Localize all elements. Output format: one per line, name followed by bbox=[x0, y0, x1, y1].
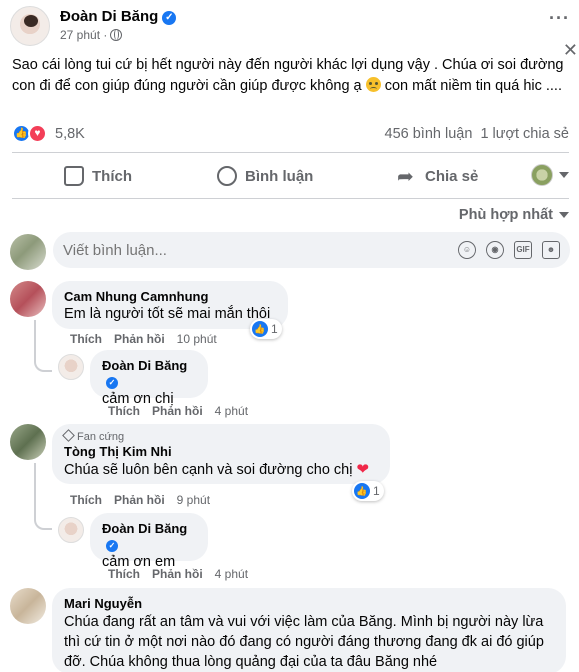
comment-text-row: Chúa sẽ luôn bên cạnh và soi đường cho c… bbox=[64, 460, 378, 480]
comment-text: Chúa sẽ luôn bên cạnh và soi đường cho c… bbox=[64, 462, 353, 478]
fan-badge-label: Fan cứng bbox=[77, 431, 125, 443]
comment-like-link[interactable]: Thích bbox=[108, 404, 140, 418]
share-button[interactable]: Chia sẻ bbox=[397, 158, 478, 194]
avatar[interactable] bbox=[10, 424, 46, 460]
avatar[interactable] bbox=[10, 281, 46, 317]
comment-sort-dropdown[interactable]: Phù hợp nhất bbox=[459, 207, 569, 223]
comment-time[interactable]: 4 phút bbox=[215, 404, 248, 418]
post-time-text[interactable]: 27 phút bbox=[60, 28, 100, 42]
chevron-down-icon bbox=[559, 212, 569, 218]
sad-face-emoji-icon bbox=[365, 77, 381, 92]
composer-tools: ☺ ◉ GIF ☻ bbox=[458, 241, 560, 259]
comment-button[interactable]: Bình luận bbox=[217, 158, 313, 194]
comment-actions: Thích Phản hồi 4 phút bbox=[108, 567, 260, 581]
verified-badge-icon: ✓ bbox=[106, 540, 118, 552]
share-button-label: Chia sẻ bbox=[425, 167, 479, 185]
verified-badge-icon: ✓ bbox=[106, 377, 118, 389]
post-text: Sao cái lòng tui cứ bị hết người này đến… bbox=[12, 55, 572, 97]
comment-reaction-count: 1 bbox=[271, 322, 278, 336]
comment-author-row: Đoàn Di Băng ✓ bbox=[102, 521, 196, 553]
comment-bubble: Đoàn Di Băng✓ cảm ơn chị bbox=[90, 350, 208, 407]
verified-badge-icon: ✓ bbox=[162, 11, 177, 25]
comment-author[interactable]: Đoàn Di Băng bbox=[102, 521, 187, 536]
comment-actions: Thích Phản hồi 9 phút bbox=[70, 493, 222, 507]
comment-bubble: Fan cứng Tòng Thị Kim Nhi Chúa sẽ luôn b… bbox=[52, 424, 390, 484]
comment-reply-link[interactable]: Phản hồi bbox=[114, 332, 165, 346]
comment-bubble: Mari Nguyễn Chúa đang rất an tâm và vui … bbox=[52, 588, 566, 672]
globe-icon bbox=[110, 29, 123, 41]
engagement-stats: 456 bình luận 1 lượt chia sẻ bbox=[385, 126, 569, 142]
love-reaction-icon[interactable]: ♥ bbox=[28, 124, 47, 143]
comment-bubble-icon bbox=[217, 166, 237, 186]
comment-reaction-badge[interactable]: 👍 1 bbox=[352, 481, 384, 501]
fan-badge: Fan cứng bbox=[62, 429, 378, 444]
comment-actions: Thích Phản hồi 10 phút bbox=[70, 332, 229, 346]
comment-count[interactable]: 456 bình luận bbox=[385, 126, 473, 142]
emoji-icon[interactable]: ☺ bbox=[458, 241, 476, 259]
divider bbox=[12, 198, 569, 199]
like-button[interactable]: Thích bbox=[64, 158, 132, 194]
sticker-icon[interactable]: ☻ bbox=[542, 241, 560, 259]
comment-reaction-badge[interactable]: 👍 1 bbox=[250, 319, 282, 339]
comment-text: Chúa đang rất an tâm và vui với việc làm… bbox=[64, 614, 544, 670]
comment-like-link[interactable]: Thích bbox=[70, 493, 102, 507]
post-header: Đoàn Di Băng ✓ 27 phút · ··· ✕ bbox=[10, 6, 578, 60]
reaction-count[interactable]: 5,8K bbox=[55, 126, 85, 142]
comment-text: Em là người tốt sẽ mai mắn thôi bbox=[64, 306, 271, 322]
comment-author[interactable]: Cam Nhung Camnhung bbox=[64, 289, 276, 305]
comment-composer: ☺ ◉ GIF ☻ bbox=[10, 232, 570, 270]
profile-avatar bbox=[531, 164, 553, 186]
thread-line bbox=[34, 320, 52, 372]
comment-reply-link[interactable]: Phản hồi bbox=[152, 567, 203, 581]
comment-time[interactable]: 4 phút bbox=[215, 567, 248, 581]
comment-actions: Thích Phản hồi 4 phút bbox=[108, 404, 260, 418]
post-text-tail: con mất niềm tin quá hic .... bbox=[384, 78, 562, 94]
camera-icon[interactable]: ◉ bbox=[486, 241, 504, 259]
thread-line bbox=[34, 463, 52, 530]
like-reaction-icon: 👍 bbox=[354, 483, 370, 499]
comment-time[interactable]: 10 phút bbox=[177, 332, 217, 346]
diamond-icon bbox=[62, 429, 75, 442]
comment-reply-link[interactable]: Phản hồi bbox=[152, 404, 203, 418]
comment-reply-link[interactable]: Phản hồi bbox=[114, 493, 165, 507]
avatar[interactable] bbox=[58, 354, 84, 380]
avatar[interactable] bbox=[10, 588, 46, 624]
sort-label: Phù hợp nhất bbox=[458, 207, 553, 223]
comment-author[interactable]: Mari Nguyễn bbox=[64, 596, 554, 612]
chevron-down-icon bbox=[559, 172, 569, 178]
post-timestamp: 27 phút · bbox=[60, 28, 123, 42]
gif-icon[interactable]: GIF bbox=[514, 241, 532, 259]
author-avatar[interactable] bbox=[10, 6, 50, 46]
author-name[interactable]: Đoàn Di Băng bbox=[60, 8, 158, 25]
reactions-summary: 👍 ♥ 5,8K 456 bình luận 1 lượt chia sẻ bbox=[12, 123, 569, 145]
post-action-bar: Thích Bình luận Chia sẻ bbox=[12, 158, 569, 194]
divider bbox=[12, 152, 569, 153]
comment-button-label: Bình luận bbox=[245, 167, 314, 185]
comment-author-row: Đoàn Di Băng ✓ bbox=[102, 358, 196, 390]
react-as-selector[interactable] bbox=[531, 164, 569, 186]
thumbs-up-icon bbox=[64, 166, 84, 186]
comment-author[interactable]: Tòng Thị Kim Nhi bbox=[64, 444, 378, 460]
comment-reaction-count: 1 bbox=[373, 484, 380, 498]
more-options-icon[interactable]: ··· bbox=[549, 8, 570, 29]
heart-emoji-icon: ❤ bbox=[356, 461, 370, 478]
share-arrow-icon bbox=[397, 164, 417, 189]
comment-bubble: Đoàn Di Băng✓ cảm ơn em bbox=[90, 513, 208, 570]
share-count[interactable]: 1 lượt chia sẻ bbox=[480, 126, 569, 142]
comment-like-link[interactable]: Thích bbox=[108, 567, 140, 581]
like-reaction-icon: 👍 bbox=[252, 321, 268, 337]
like-button-label: Thích bbox=[92, 167, 132, 185]
comment-like-link[interactable]: Thích bbox=[70, 332, 102, 346]
comment-author[interactable]: Đoàn Di Băng bbox=[102, 358, 187, 373]
avatar bbox=[10, 234, 46, 270]
avatar[interactable] bbox=[58, 517, 84, 543]
comment-time[interactable]: 9 phút bbox=[177, 493, 210, 507]
author-name-row: Đoàn Di Băng ✓ bbox=[60, 8, 177, 25]
